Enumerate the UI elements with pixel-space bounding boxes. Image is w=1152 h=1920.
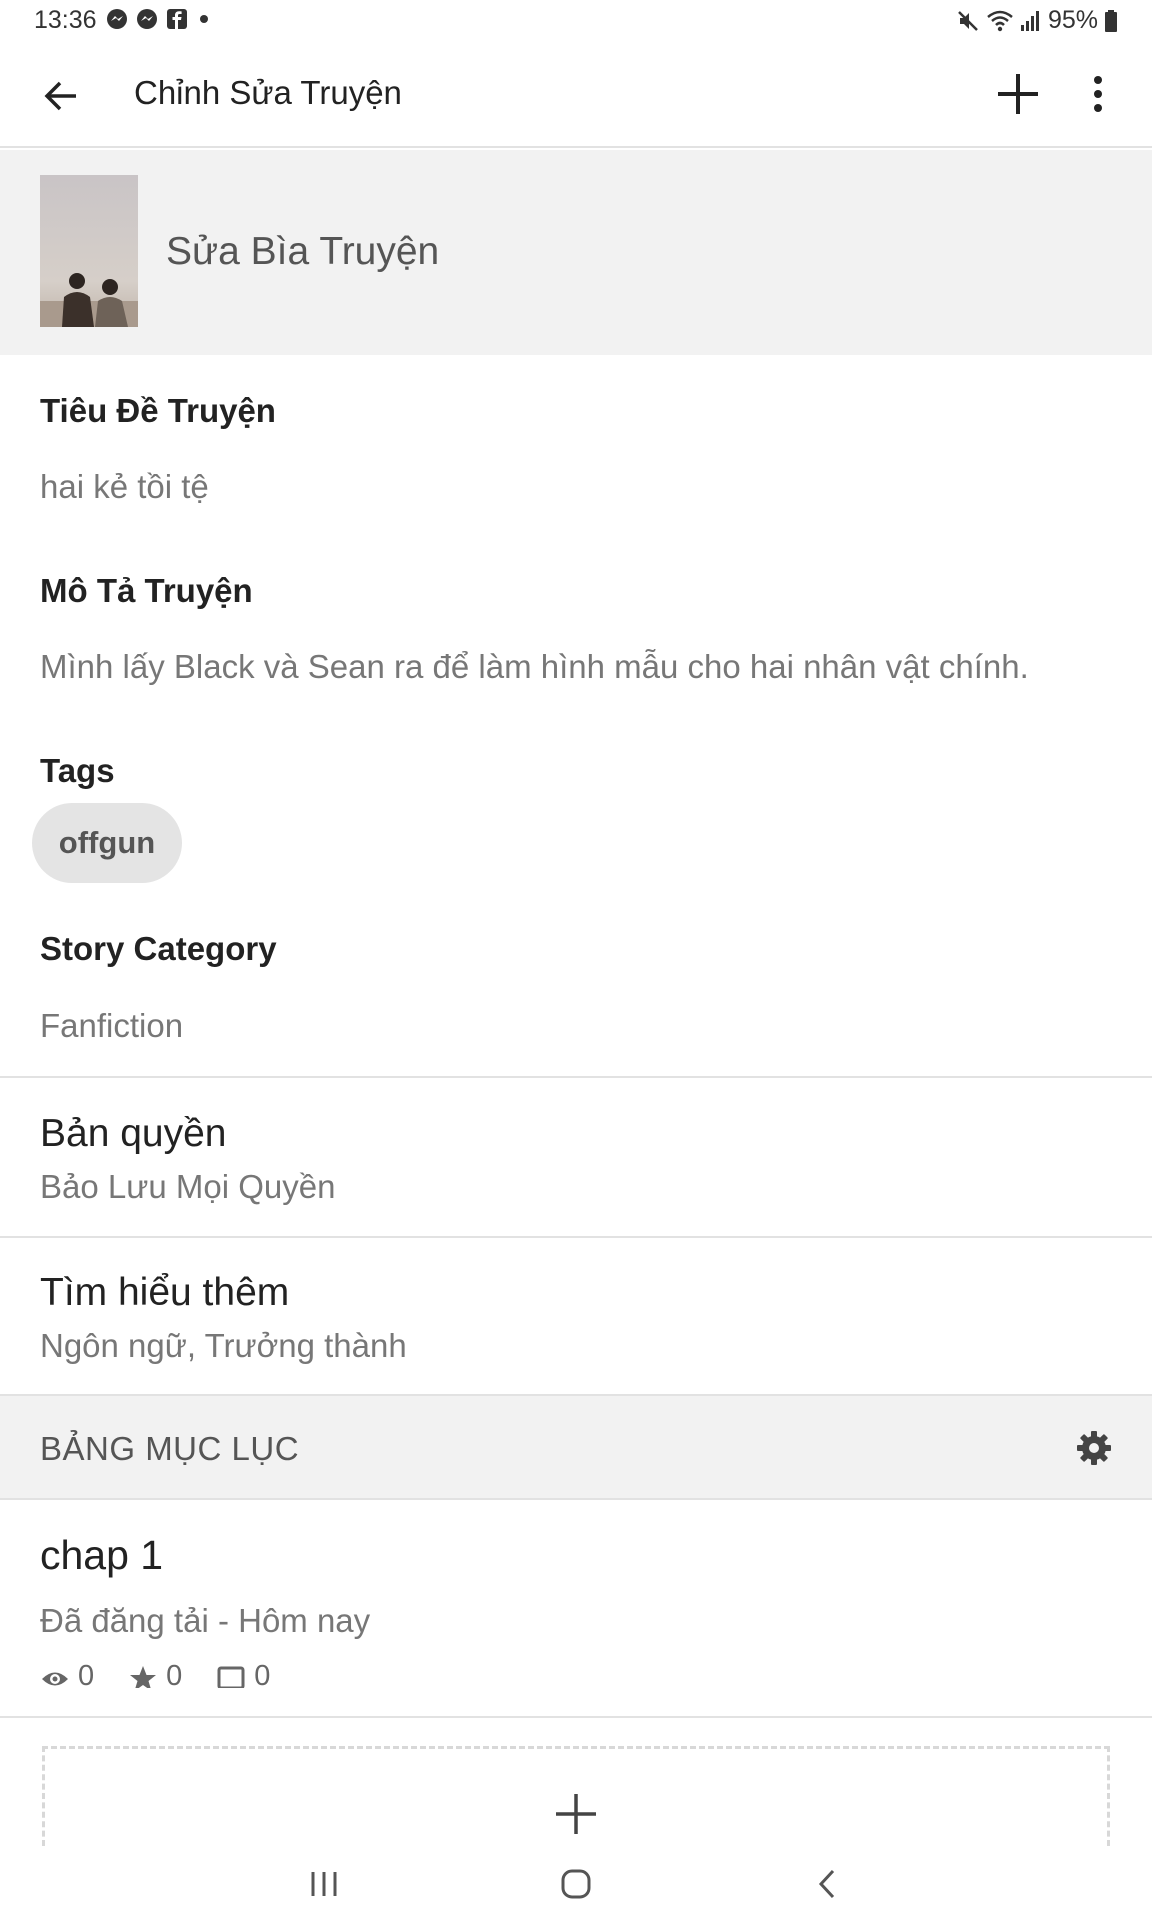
battery-icon (1105, 9, 1117, 32)
mute-icon (958, 10, 978, 31)
edit-cover-label: Sửa Bìa Truyện (166, 230, 440, 273)
app-bar: Chỉnh Sửa Truyện (0, 44, 1152, 148)
plus-icon[interactable] (994, 70, 1042, 118)
battery-percent: 95% (1047, 6, 1098, 34)
tags-label: Tags (40, 752, 115, 789)
page-title: Chỉnh Sửa Truyện (134, 74, 402, 111)
tag-chip[interactable]: offgun (32, 803, 182, 883)
copyright-title: Bản quyền (40, 1112, 227, 1155)
cover-thumbnail[interactable] (40, 175, 138, 327)
votes-count: 0 (166, 1660, 183, 1688)
home-icon[interactable] (556, 1864, 596, 1904)
system-status: 95% (956, 6, 1118, 35)
chapter-stats: 0 0 0 (40, 1660, 270, 1688)
messenger-icon (107, 9, 127, 29)
more-vertical-icon[interactable] (1080, 70, 1116, 118)
divider (0, 1716, 1152, 1718)
comments-stat: 0 (216, 1660, 270, 1688)
views-stat: 0 (40, 1660, 94, 1688)
arrow-left-icon[interactable] (40, 74, 84, 118)
copyright-value: Bảo Lưu Mọi Quyền (40, 1168, 336, 1205)
gear-icon[interactable] (1076, 1430, 1112, 1466)
learn-more-title: Tìm hiểu thêm (40, 1271, 290, 1314)
story-description-field[interactable]: Mình lấy Black và Sean ra để làm hình mẫ… (40, 648, 1029, 686)
story-category-field[interactable]: Fanfiction (40, 1007, 183, 1045)
eye-icon (42, 1672, 68, 1686)
comment-icon (217, 1666, 245, 1688)
facebook-icon (167, 9, 187, 29)
learn-more-value: Ngôn ngữ, Trưởng thành (40, 1327, 407, 1364)
story-description-label: Mô Tả Truyện (40, 572, 253, 609)
divider (0, 1076, 1152, 1078)
story-title-label: Tiêu Đề Truyện (40, 392, 276, 429)
plus-icon (556, 1794, 596, 1834)
messenger-icon (137, 9, 157, 29)
star-icon (130, 1666, 157, 1688)
story-title-field[interactable]: hai kẻ tồi tệ (40, 468, 209, 506)
signal-icon (1020, 10, 1039, 31)
story-category-label: Story Category (40, 930, 277, 967)
system-navigation-bar (0, 1846, 1152, 1920)
table-of-contents-title: BẢNG MỤC LỤC (40, 1430, 300, 1467)
votes-stat: 0 (128, 1660, 182, 1688)
status-time: 13:36 (34, 6, 97, 34)
edit-cover-row[interactable]: Sửa Bìa Truyện (0, 150, 1152, 355)
back-icon[interactable] (808, 1864, 848, 1904)
comments-count: 0 (254, 1660, 271, 1688)
views-count: 0 (78, 1660, 95, 1688)
more-notifications-dot (200, 15, 208, 23)
divider (0, 1236, 1152, 1238)
status-bar: 13:36 95% (0, 0, 1152, 44)
table-of-contents-header: BẢNG MỤC LỤC (0, 1396, 1152, 1500)
wifi-icon (987, 10, 1013, 31)
chapter-status: Đã đăng tải - Hôm nay (40, 1602, 371, 1639)
recent-apps-icon[interactable] (304, 1864, 344, 1904)
notification-icons (106, 8, 208, 30)
chapter-title: chap 1 (40, 1532, 164, 1578)
